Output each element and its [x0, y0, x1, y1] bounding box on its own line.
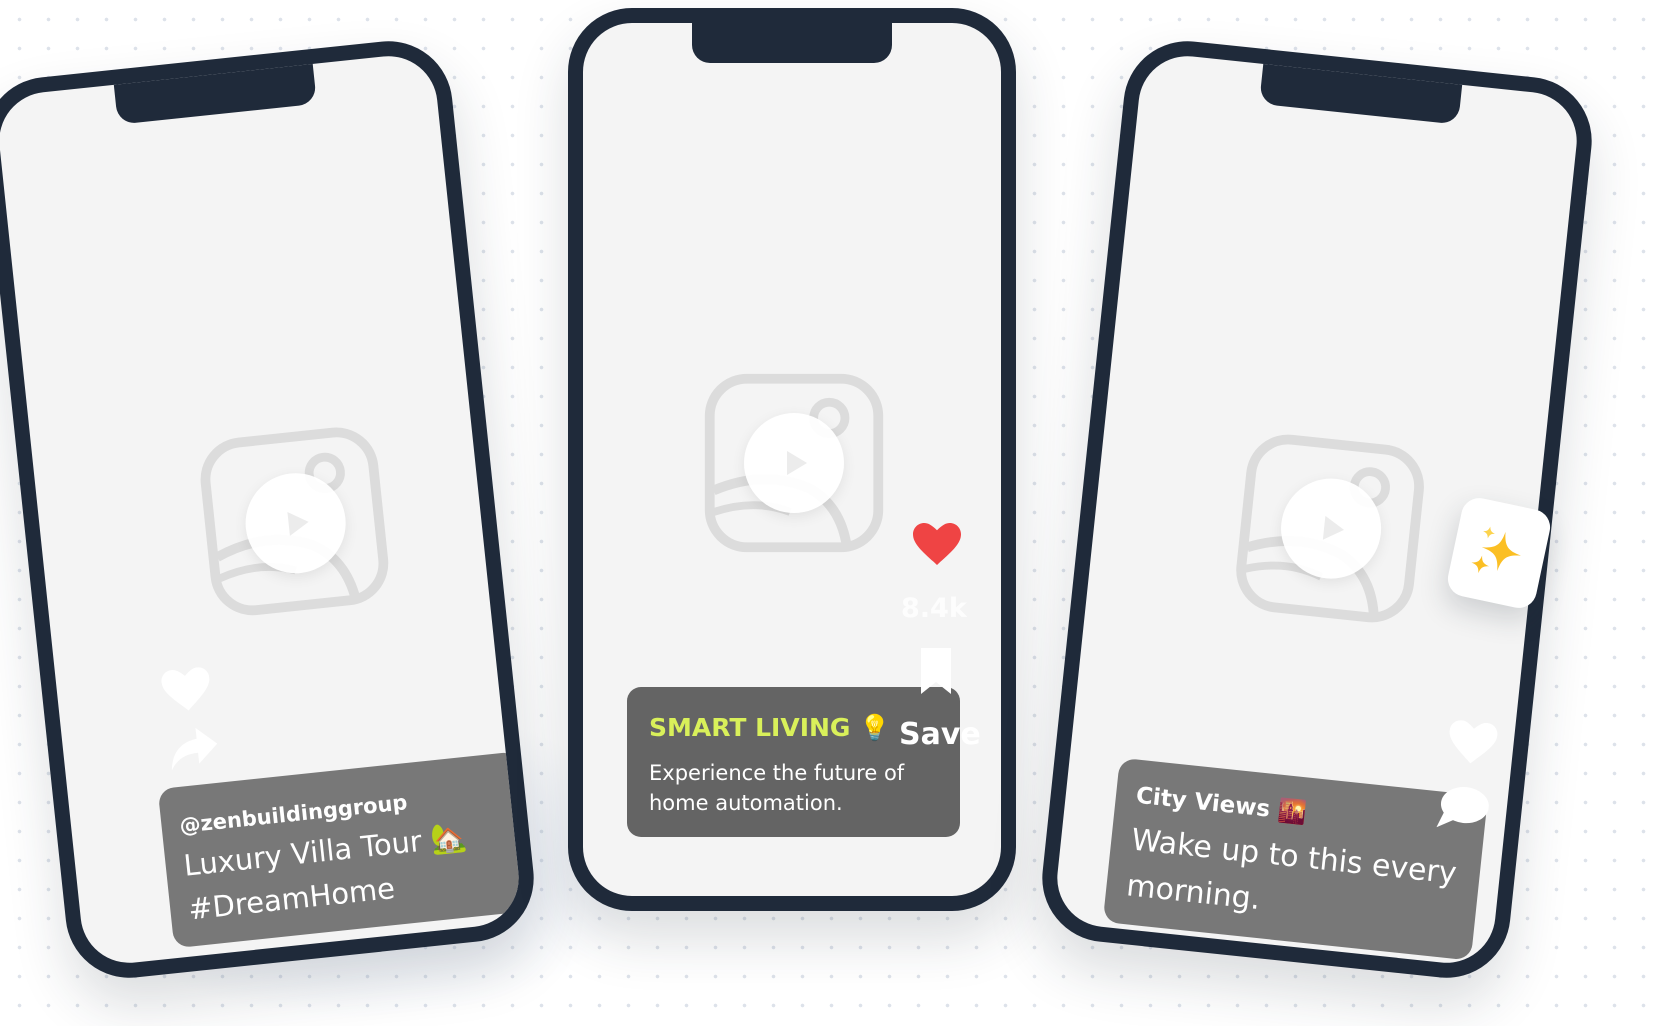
caption-text: Experience the future of home automation… [649, 761, 905, 815]
phone-mockup-left: @zenbuildinggroup Luxury Villa Tour 🏡 #D… [0, 34, 541, 985]
heart-icon[interactable] [913, 523, 961, 565]
chat-icon[interactable] [1436, 783, 1490, 832]
phone-notch [113, 61, 317, 125]
bookmark-icon[interactable] [919, 648, 953, 694]
phone-mockup-center: 8.4k SMART LIVING 💡 Experience the futur… [568, 8, 1016, 911]
post-caption: SMART LIVING 💡 Experience the future of … [627, 687, 960, 837]
heart-icon[interactable] [1446, 719, 1498, 766]
phone-notch [1259, 61, 1463, 125]
like-count: 8.4k [901, 593, 967, 624]
phone-notch [692, 23, 892, 63]
heart-icon[interactable] [160, 666, 212, 713]
post-caption: @zenbuildinggroup Luxury Villa Tour 🏡 #D… [157, 751, 535, 949]
play-button[interactable] [744, 413, 844, 513]
sparkles-icon [1471, 526, 1521, 574]
play-icon [787, 451, 807, 475]
post-caption: City Views 🌇 Wake up to this every morni… [1102, 757, 1488, 961]
play-icon [287, 509, 310, 536]
save-label[interactable]: Save [899, 717, 981, 752]
caption-title: SMART LIVING 💡 [649, 713, 891, 742]
share-icon[interactable] [168, 726, 220, 771]
play-icon [1322, 515, 1346, 542]
